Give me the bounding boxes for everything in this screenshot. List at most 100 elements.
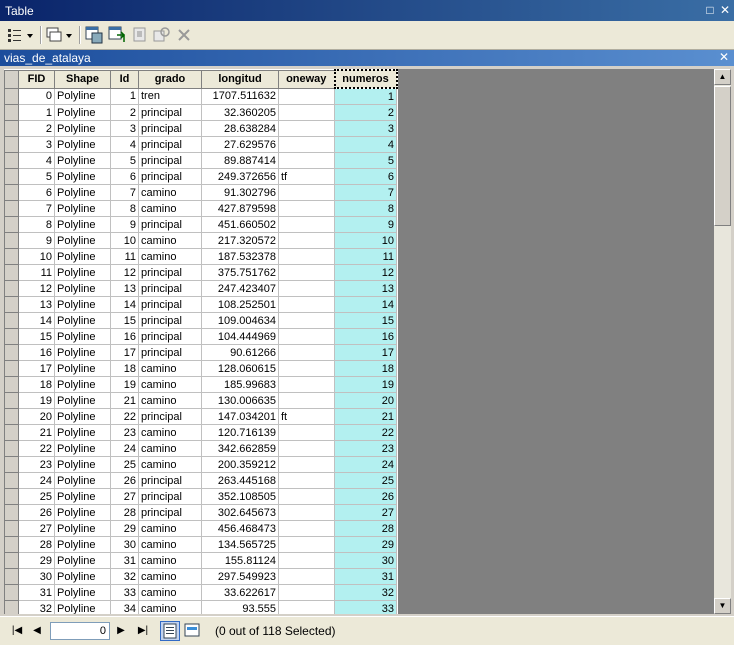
switch-selection-button[interactable] [107,25,127,45]
restore-icon[interactable]: □ [703,3,717,17]
table-row[interactable]: 4 Polyline 5 principal 89.887414 5 [4,152,397,169]
cell-fid[interactable]: 9 [18,232,55,249]
cell-shape[interactable]: Polyline [54,536,111,553]
cell-id[interactable]: 2 [110,104,139,121]
column-header-longitud[interactable]: longitud [201,69,279,89]
table-row[interactable]: 25 Polyline 27 principal 352.108505 26 [4,488,397,505]
cell-grado[interactable]: principal [138,472,202,489]
cell-grado[interactable]: camino [138,232,202,249]
cell-grado[interactable]: camino [138,376,202,393]
table-row[interactable]: 12 Polyline 13 principal 247.423407 13 [4,280,397,297]
cell-numeros[interactable]: 20 [334,392,397,409]
cell-numeros[interactable]: 24 [334,456,397,473]
table-row[interactable]: 7 Polyline 8 camino 427.879598 8 [4,200,397,217]
cell-fid[interactable]: 25 [18,488,55,505]
cell-longitud[interactable]: 451.660502 [201,216,279,233]
cell-id[interactable]: 16 [110,328,139,345]
cell-fid[interactable]: 18 [18,376,55,393]
cell-id[interactable]: 7 [110,184,139,201]
cell-fid[interactable]: 26 [18,504,55,521]
cell-shape[interactable]: Polyline [54,120,111,137]
scroll-thumb[interactable] [714,86,731,226]
row-selector[interactable] [4,392,19,409]
cell-grado[interactable]: camino [138,184,202,201]
cell-fid[interactable]: 21 [18,424,55,441]
cell-shape[interactable]: Polyline [54,392,111,409]
cell-fid[interactable]: 11 [18,264,55,281]
cell-fid[interactable]: 3 [18,136,55,153]
cell-grado[interactable]: principal [138,344,202,361]
cell-id[interactable]: 31 [110,552,139,569]
cell-numeros[interactable]: 13 [334,280,397,297]
cell-longitud[interactable]: 128.060615 [201,360,279,377]
cell-id[interactable]: 14 [110,296,139,313]
cell-fid[interactable]: 28 [18,536,55,553]
zoom-to-selected-button[interactable] [152,25,172,45]
cell-fid[interactable]: 31 [18,584,55,601]
table-row[interactable]: 22 Polyline 24 camino 342.662859 23 [4,440,397,457]
cell-id[interactable]: 25 [110,456,139,473]
cell-id[interactable]: 17 [110,344,139,361]
cell-numeros[interactable]: 5 [334,152,397,169]
cell-grado[interactable]: camino [138,392,202,409]
cell-longitud[interactable]: 375.751762 [201,264,279,281]
cell-id[interactable]: 22 [110,408,139,425]
cell-grado[interactable]: principal [138,504,202,521]
cell-fid[interactable]: 16 [18,344,55,361]
cell-oneway[interactable] [278,248,335,265]
table-tab[interactable]: vias_de_atalaya ✕ [0,50,734,66]
cell-shape[interactable]: Polyline [54,424,111,441]
cell-longitud[interactable]: 27.629576 [201,136,279,153]
cell-longitud[interactable]: 247.423407 [201,280,279,297]
cell-fid[interactable]: 14 [18,312,55,329]
table-row[interactable]: 17 Polyline 18 camino 128.060615 18 [4,360,397,377]
cell-fid[interactable]: 2 [18,120,55,137]
cell-longitud[interactable]: 90.61266 [201,344,279,361]
cell-oneway[interactable] [278,87,335,105]
cell-id[interactable]: 13 [110,280,139,297]
row-selector[interactable] [4,376,19,393]
table-row[interactable]: 11 Polyline 12 principal 375.751762 12 [4,264,397,281]
cell-grado[interactable]: principal [138,408,202,425]
cell-oneway[interactable] [278,472,335,489]
cell-longitud[interactable]: 352.108505 [201,488,279,505]
cell-fid[interactable]: 19 [18,392,55,409]
cell-id[interactable]: 5 [110,152,139,169]
cell-oneway[interactable] [278,520,335,537]
row-selector[interactable] [4,360,19,377]
column-header-id[interactable]: Id [110,69,139,89]
cell-id[interactable]: 24 [110,440,139,457]
cell-longitud[interactable]: 130.006635 [201,392,279,409]
cell-id[interactable]: 3 [110,120,139,137]
cell-grado[interactable]: camino [138,456,202,473]
cell-longitud[interactable]: 33.622617 [201,584,279,601]
cell-id[interactable]: 8 [110,200,139,217]
cell-oneway[interactable] [278,344,335,361]
cell-shape[interactable]: Polyline [54,600,111,614]
row-selector[interactable] [4,216,19,233]
cell-fid[interactable]: 23 [18,456,55,473]
cell-id[interactable]: 23 [110,424,139,441]
table-row[interactable]: 23 Polyline 25 camino 200.359212 24 [4,456,397,473]
cell-oneway[interactable] [278,584,335,601]
cell-oneway[interactable] [278,136,335,153]
cell-shape[interactable]: Polyline [54,264,111,281]
table-row[interactable]: 16 Polyline 17 principal 90.61266 17 [4,344,397,361]
cell-longitud[interactable]: 185.99683 [201,376,279,393]
row-selector[interactable] [4,104,19,121]
cell-shape[interactable]: Polyline [54,520,111,537]
table-row[interactable]: 19 Polyline 21 camino 130.006635 20 [4,392,397,409]
cell-grado[interactable]: principal [138,264,202,281]
cell-id[interactable]: 19 [110,376,139,393]
cell-id[interactable]: 32 [110,568,139,585]
cell-fid[interactable]: 8 [18,216,55,233]
cell-numeros[interactable]: 1 [334,87,397,105]
cell-grado[interactable]: camino [138,600,202,614]
table-row[interactable]: 24 Polyline 26 principal 263.445168 25 [4,472,397,489]
table-row[interactable]: 21 Polyline 23 camino 120.716139 22 [4,424,397,441]
cell-numeros[interactable]: 29 [334,536,397,553]
row-selector[interactable] [4,152,19,169]
cell-grado[interactable]: camino [138,440,202,457]
cell-shape[interactable]: Polyline [54,488,111,505]
row-selector[interactable] [4,584,19,601]
